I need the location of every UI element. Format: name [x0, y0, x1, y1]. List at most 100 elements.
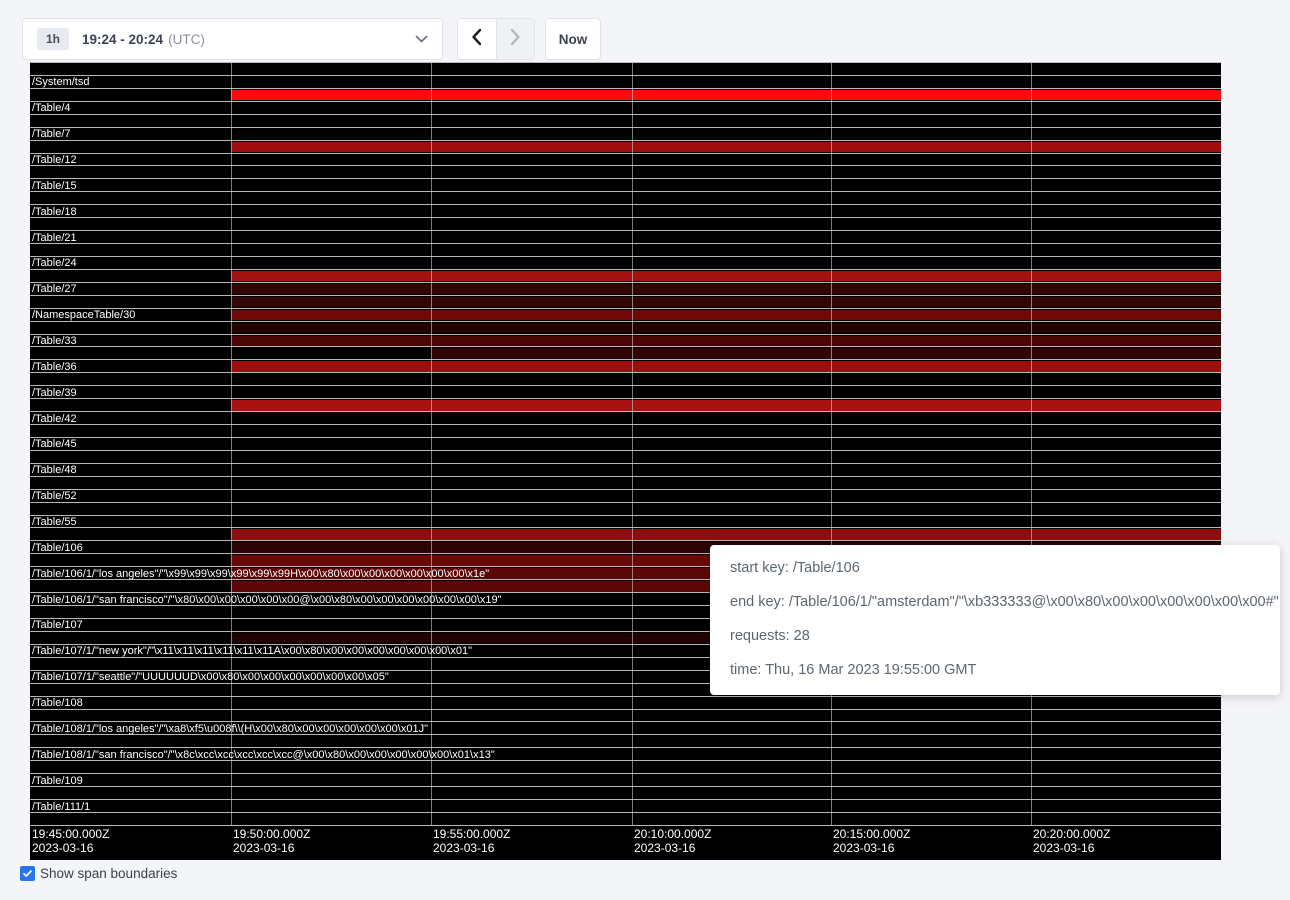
heatmap-band: [231, 297, 1221, 308]
time-nav-group: [457, 18, 535, 60]
heatmap-row-label: /Table/36: [32, 362, 77, 373]
span-boundary-line: [30, 75, 1221, 76]
span-tooltip: start key: /Table/106 end key: /Table/10…: [710, 545, 1280, 695]
time-gridline: [231, 62, 232, 825]
tooltip-start-key: start key: /Table/106: [730, 559, 1260, 577]
span-boundary-line: [30, 114, 1221, 115]
checkmark-icon: [22, 868, 33, 879]
show-span-boundaries-checkbox[interactable]: [20, 866, 35, 881]
heatmap-row-label: /Table/107/1/"new york"/"\x11\x11\x11\x1…: [32, 646, 472, 657]
span-boundary-line: [30, 515, 1221, 516]
chevron-down-icon: [415, 35, 428, 44]
x-axis-tick: 20:15:00.000Z2023-03-16: [833, 827, 910, 855]
span-boundary-line: [30, 398, 1221, 399]
heatmap-row-label: /Table/108/1/"san francisco"/"\x8c\xcc\x…: [32, 750, 495, 761]
heatmap-row-label: /Table/21: [32, 233, 77, 244]
next-range-button-disabled[interactable]: [496, 19, 535, 59]
heatmap-row-label: /Table/108: [32, 698, 83, 709]
span-boundary-line: [30, 424, 1221, 425]
heatmap-row-label: /Table/106: [32, 543, 83, 554]
x-axis-tick-time: 19:45:00.000Z: [32, 827, 109, 841]
span-boundary-line: [30, 334, 1221, 335]
x-axis-tick-time: 20:15:00.000Z: [833, 827, 910, 841]
heatmap-row-label: /Table/107: [32, 620, 83, 631]
span-boundary-line: [30, 295, 1221, 296]
x-axis-tick: 19:55:00.000Z2023-03-16: [433, 827, 510, 855]
x-axis-tick: 20:20:00.000Z2023-03-16: [1033, 827, 1110, 855]
heatmap-row-label: /Table/55: [32, 517, 77, 528]
heatmap-band: [231, 400, 1221, 411]
span-boundary-line: [30, 773, 1221, 774]
heatmap-row-label: /Table/106/1/"san francisco"/"\x80\x00\x…: [32, 595, 502, 606]
heatmap-row-label: /Table/4: [32, 103, 71, 114]
range-timezone: (UTC): [168, 32, 205, 47]
x-axis-tick-date: 2023-03-16: [1033, 841, 1110, 855]
span-boundary-line: [30, 153, 1221, 154]
span-boundary-line: [30, 786, 1221, 787]
heatmap-row-label: /Table/7: [32, 129, 71, 140]
key-visualizer-heatmap[interactable]: /System/tsd/Table/4/Table/7/Table/12/Tab…: [30, 62, 1221, 860]
heatmap-band: [231, 336, 1221, 347]
span-boundary-line: [30, 709, 1221, 710]
span-boundary-line: [30, 359, 1221, 360]
heatmap-band: [231, 271, 1221, 282]
heatmap-row-label: /Table/52: [32, 491, 77, 502]
heatmap-row-label: /System/tsd: [32, 77, 89, 88]
span-boundary-line: [30, 799, 1221, 800]
heatmap-row-label: /Table/33: [32, 336, 77, 347]
x-axis-tick-time: 20:20:00.000Z: [1033, 827, 1110, 841]
heatmap-band: [231, 310, 1221, 321]
show-span-boundaries-row: Show span boundaries: [20, 866, 177, 881]
span-boundary-line: [30, 450, 1221, 451]
span-boundary-line: [30, 825, 1221, 826]
span-boundary-line: [30, 385, 1221, 386]
chevron-left-icon: [471, 28, 482, 51]
time-gridline: [632, 62, 633, 825]
heatmap-band: [231, 142, 1221, 153]
show-span-boundaries-label: Show span boundaries: [40, 866, 177, 881]
span-boundary-line: [30, 140, 1221, 141]
x-axis-tick-date: 2023-03-16: [433, 841, 510, 855]
heatmap-row-label: /Table/15: [32, 181, 77, 192]
span-boundary-line: [30, 696, 1221, 697]
span-boundary-line: [30, 230, 1221, 231]
heatmap-row-label: /Table/111/1: [32, 802, 90, 813]
span-boundary-line: [30, 101, 1221, 102]
chevron-right-icon: [510, 28, 521, 51]
previous-range-button[interactable]: [458, 19, 496, 59]
heatmap-row-label: /Table/12: [32, 155, 77, 166]
heatmap-row-label: /Table/109: [32, 776, 83, 787]
span-boundary-line: [30, 437, 1221, 438]
x-axis-tick-date: 2023-03-16: [32, 841, 109, 855]
now-button-label: Now: [559, 32, 588, 47]
x-axis-tick-date: 2023-03-16: [233, 841, 310, 855]
x-axis-tick-date: 2023-03-16: [634, 841, 711, 855]
span-boundary-line: [30, 502, 1221, 503]
heatmap-row-label: /Table/107/1/"seattle"/"UUUUUUD\x00\x80\…: [32, 672, 389, 683]
span-boundary-line: [30, 178, 1221, 179]
range-text: 19:24 - 20:24: [82, 32, 163, 47]
span-boundary-line: [30, 217, 1221, 218]
span-boundary-line: [30, 346, 1221, 347]
heatmap-row-label: /Table/39: [32, 388, 77, 399]
heatmap-band: [231, 529, 1221, 540]
heatmap-band: [231, 90, 1221, 101]
span-boundary-line: [30, 204, 1221, 205]
now-button[interactable]: Now: [545, 18, 601, 60]
tooltip-end-key: end key: /Table/106/1/"amsterdam"/"\xb33…: [730, 593, 1260, 611]
heatmap-band: [431, 348, 1221, 359]
heatmap-row-label: /Table/106/1/"los angeles"/"\x99\x99\x99…: [32, 569, 489, 580]
span-boundary-line: [30, 282, 1221, 283]
heatmap-row-label: /NamespaceTable/30: [32, 310, 135, 321]
span-boundary-line: [30, 489, 1221, 490]
tooltip-requests: requests: 28: [730, 627, 1260, 645]
span-boundary-line: [30, 243, 1221, 244]
time-gridline: [1031, 62, 1032, 825]
x-axis-tick: 20:10:00.000Z2023-03-16: [634, 827, 711, 855]
range-duration-badge: 1h: [37, 28, 69, 50]
heatmap-row-label: /Table/48: [32, 465, 77, 476]
span-boundary-line: [30, 269, 1221, 270]
heatmap-row-label: /Table/42: [32, 414, 77, 425]
time-range-selector[interactable]: 1h 19:24 - 20:24 (UTC): [22, 18, 443, 60]
heatmap-row-label: /Table/27: [32, 284, 77, 295]
